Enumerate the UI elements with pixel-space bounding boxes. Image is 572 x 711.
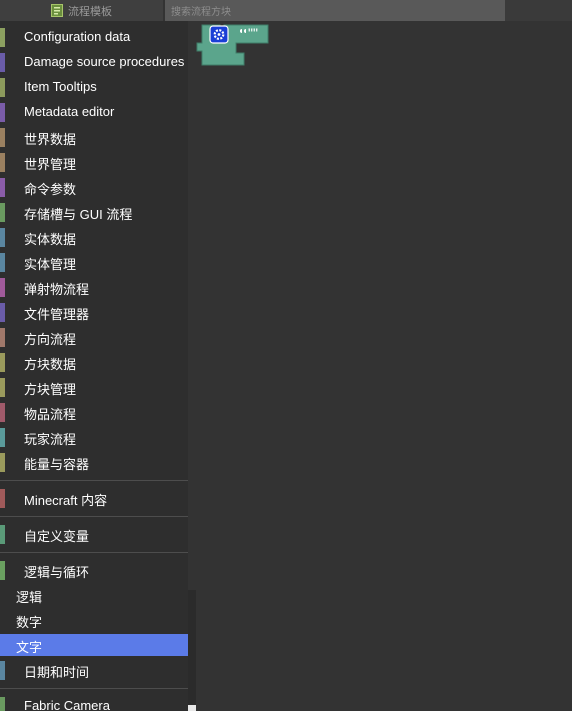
category-color-swatch <box>0 28 5 47</box>
category-numbers[interactable]: 数字 <box>0 608 188 633</box>
category-world-management[interactable]: 世界管理 <box>0 150 188 175</box>
gear-icon[interactable] <box>209 25 229 44</box>
category-fabric-camera[interactable]: Fabric Camera <box>0 694 188 711</box>
category-label: 文件管理器 <box>24 307 90 322</box>
category-color-swatch <box>0 403 5 422</box>
category-logic-loops[interactable]: 逻辑与循环 <box>0 558 188 583</box>
category-label: 世界数据 <box>24 132 77 147</box>
category-label: 方向流程 <box>24 332 77 347</box>
category-color-swatch <box>0 378 5 397</box>
category-damage-source-procedures[interactable]: Damage source procedures <box>0 50 188 75</box>
category-label: 能量与容器 <box>24 457 90 472</box>
category-label: 自定义变量 <box>24 529 90 544</box>
category-color-swatch <box>0 253 5 272</box>
category-energy-containers[interactable]: 能量与容器 <box>0 450 188 475</box>
category-color-swatch <box>0 228 5 247</box>
category-projectile-procedures[interactable]: 弹射物流程 <box>0 275 188 300</box>
category-label: 文字 <box>16 640 43 655</box>
category-label: 世界管理 <box>24 157 77 172</box>
category-color-swatch <box>0 561 5 580</box>
text-block-shape[interactable]: "" <box>196 21 276 73</box>
category-label: 命令参数 <box>24 182 77 197</box>
category-label: Configuration data <box>24 29 131 44</box>
category-block-management[interactable]: 方块管理 <box>0 375 188 400</box>
category-color-swatch <box>0 661 5 680</box>
category-text[interactable]: 文字 <box>0 634 188 656</box>
category-color-swatch <box>0 453 5 472</box>
category-label: Item Tooltips <box>24 79 97 94</box>
category-color-swatch <box>0 328 5 347</box>
category-label: 物品流程 <box>24 407 77 422</box>
templates-tab[interactable]: 流程模板 <box>0 0 163 21</box>
category-color-swatch <box>0 53 5 72</box>
category-color-swatch <box>0 103 5 122</box>
toolbar-spacer <box>505 0 572 21</box>
quote-mark: "" <box>248 25 258 41</box>
category-custom-variables[interactable]: 自定义变量 <box>0 522 188 547</box>
category-metadata-editor[interactable]: Metadata editor <box>0 100 188 125</box>
category-color-swatch <box>0 203 5 222</box>
category-command-parameters[interactable]: 命令参数 <box>0 175 188 200</box>
top-bar: 流程模板 <box>0 0 572 21</box>
category-color-swatch <box>0 489 5 508</box>
template-icon <box>51 4 63 17</box>
category-label: Metadata editor <box>24 104 115 119</box>
category-color-swatch <box>0 353 5 372</box>
category-color-swatch <box>0 153 5 172</box>
category-separator <box>0 480 188 481</box>
sidebar-scrollbar[interactable] <box>188 590 196 711</box>
category-label: Damage source procedures <box>24 54 185 69</box>
category-world-data[interactable]: 世界数据 <box>0 125 188 150</box>
category-sidebar: Configuration data Damage source procedu… <box>0 21 188 711</box>
category-direction-procedures[interactable]: 方向流程 <box>0 325 188 350</box>
category-label: 数字 <box>16 615 43 630</box>
category-color-swatch <box>0 178 5 197</box>
category-color-swatch <box>0 525 5 544</box>
category-label: Fabric Camera <box>24 698 110 711</box>
category-label: 方块数据 <box>24 357 77 372</box>
category-separator <box>0 516 188 517</box>
category-block-data[interactable]: 方块数据 <box>0 350 188 375</box>
search-input[interactable] <box>165 0 505 21</box>
category-entity-data[interactable]: 实体数据 <box>0 225 188 250</box>
category-configuration-data[interactable]: Configuration data <box>0 25 188 50</box>
text-block[interactable]: "" <box>196 21 276 78</box>
category-label: 实体管理 <box>24 257 77 272</box>
category-minecraft-content[interactable]: Minecraft 内容 <box>0 486 188 511</box>
category-label: 玩家流程 <box>24 432 77 447</box>
category-color-swatch <box>0 303 5 322</box>
category-item-tooltips[interactable]: Item Tooltips <box>0 75 188 100</box>
category-item-procedures[interactable]: 物品流程 <box>0 400 188 425</box>
category-color-swatch <box>0 128 5 147</box>
category-separator <box>0 552 188 553</box>
category-slot-gui-procedures[interactable]: 存储槽与 GUI 流程 <box>0 200 188 225</box>
category-label: 存储槽与 GUI 流程 <box>24 207 133 222</box>
category-label: 逻辑与循环 <box>24 565 90 580</box>
category-label: 方块管理 <box>24 382 77 397</box>
category-logic[interactable]: 逻辑 <box>0 583 188 608</box>
category-label: 逻辑 <box>16 590 43 605</box>
category-label: Minecraft 内容 <box>24 493 108 508</box>
category-label: 日期和时间 <box>24 665 90 680</box>
category-separator <box>0 688 188 689</box>
sidebar-scroll-thumb[interactable] <box>188 705 196 711</box>
blocks-workspace[interactable]: "" <box>196 21 572 711</box>
category-color-swatch <box>0 428 5 447</box>
category-color-swatch <box>0 697 5 711</box>
category-player-procedures[interactable]: 玩家流程 <box>0 425 188 450</box>
category-date-time[interactable]: 日期和时间 <box>0 658 188 683</box>
templates-tab-label: 流程模板 <box>68 4 112 18</box>
category-color-swatch <box>0 278 5 297</box>
category-color-swatch <box>0 78 5 97</box>
category-entity-management[interactable]: 实体管理 <box>0 250 188 275</box>
category-label: 弹射物流程 <box>24 282 90 297</box>
category-file-manager[interactable]: 文件管理器 <box>0 300 188 325</box>
category-label: 实体数据 <box>24 232 77 247</box>
